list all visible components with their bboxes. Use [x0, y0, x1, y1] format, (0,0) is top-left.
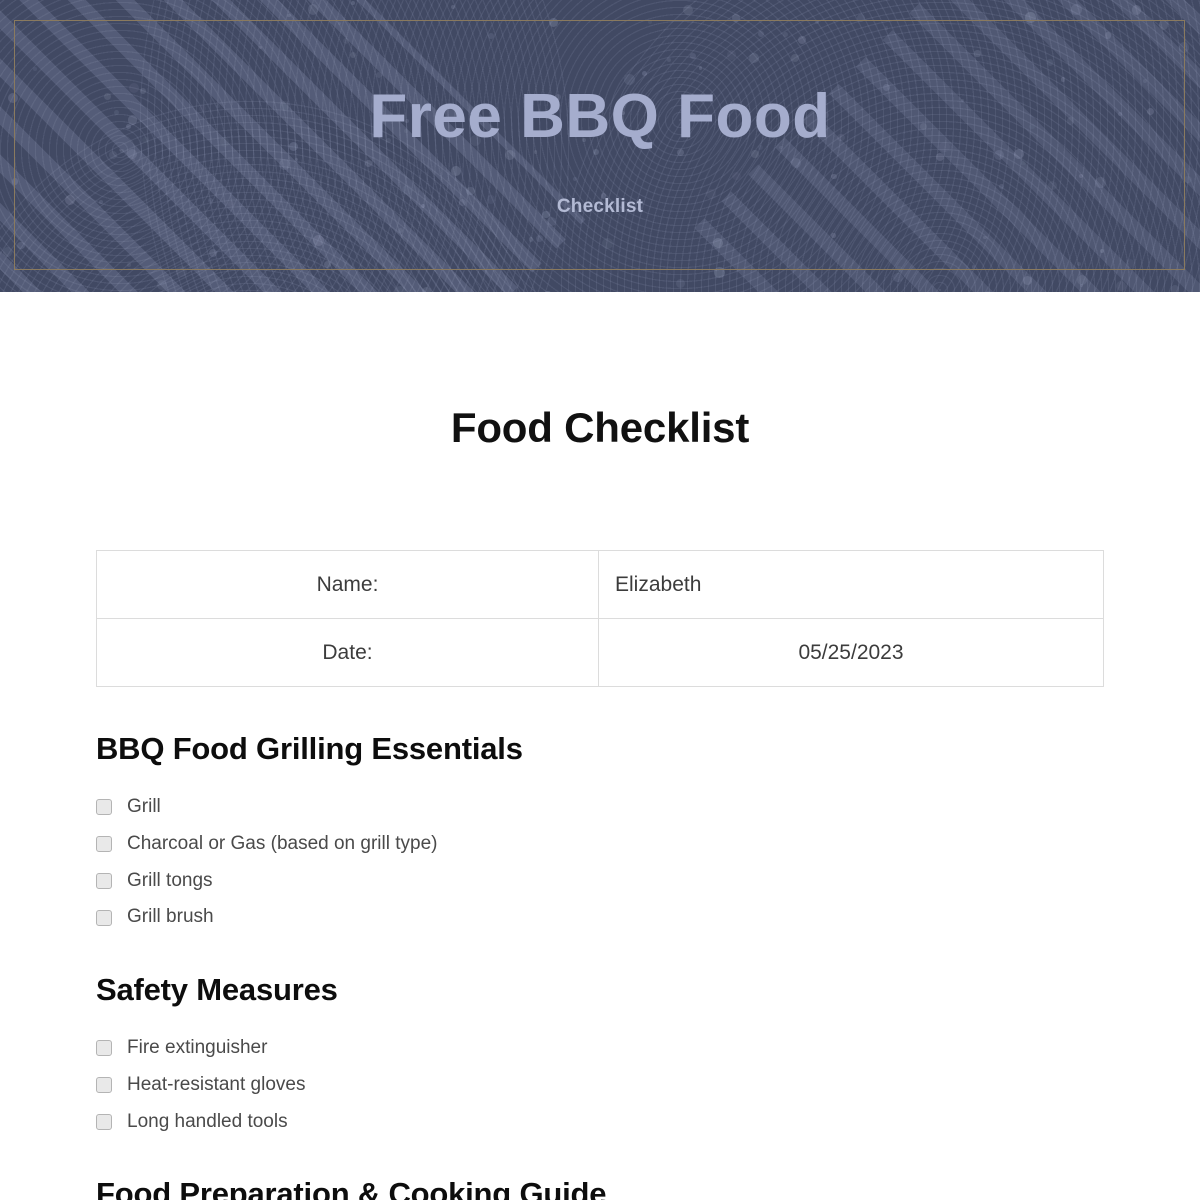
table-row: Date: 05/25/2023	[96, 618, 1104, 687]
banner-subtitle: Checklist	[556, 195, 644, 217]
table-row: Name: Elizabeth	[96, 550, 1104, 619]
banner-text-block: Free BBQ Food Checklist	[0, 0, 1200, 292]
checklist-item-label: Heat-resistant gloves	[127, 1073, 306, 1095]
checkbox-icon[interactable]	[96, 872, 112, 889]
checklist-item-label: Charcoal or Gas (based on grill type)	[127, 832, 438, 854]
info-label-cell: Date:	[96, 618, 599, 687]
list-item[interactable]: Long handled tools	[96, 1104, 1104, 1141]
document-page: Food Checklist Name: Elizabeth Date: 05/25/…	[0, 292, 1200, 1200]
section-heading: BBQ Food Grilling Essentials	[96, 731, 523, 766]
info-value-cell[interactable]: Elizabeth	[598, 550, 1104, 619]
info-value-cell[interactable]: 05/25/2023	[598, 618, 1104, 687]
checklist-item-label: Grill brush	[127, 906, 214, 928]
checklist-item-label: Fire extinguisher	[127, 1037, 268, 1059]
info-table: Name: Elizabeth Date: 05/25/2023	[96, 550, 1104, 687]
checklist-item-label: Grill tongs	[127, 869, 213, 891]
checkbox-icon[interactable]	[96, 1040, 112, 1057]
checkbox-icon[interactable]	[96, 1113, 112, 1130]
checkbox-icon[interactable]	[96, 836, 112, 853]
list-item[interactable]: Heat-resistant gloves	[96, 1067, 1104, 1104]
checklist: Fire extinguisher Heat-resistant gloves Lo…	[96, 1008, 1104, 1140]
checklist: Grill Charcoal or Gas (based on grill typ…	[96, 767, 1104, 936]
checkbox-icon[interactable]	[96, 799, 112, 816]
checklist-item-label: Grill	[127, 796, 161, 817]
info-label-cell: Name:	[96, 550, 599, 619]
checkbox-icon[interactable]	[96, 909, 112, 926]
section-heading: Food Preparation & Cooking Guide	[96, 1176, 607, 1200]
list-item[interactable]: Grill brush	[96, 899, 1104, 936]
list-item[interactable]: Grill	[96, 789, 1104, 826]
checklist-item-label: Long handled tools	[127, 1110, 288, 1132]
checklist-sections: BBQ Food Grilling Essentials Grill Charcoa…	[96, 687, 1104, 1200]
banner-title: Free BBQ Food	[369, 82, 831, 151]
checkbox-icon[interactable]	[96, 1077, 112, 1094]
list-item[interactable]: Charcoal or Gas (based on grill type)	[96, 826, 1104, 863]
list-item[interactable]: Grill tongs	[96, 863, 1104, 900]
list-item[interactable]: Fire extinguisher	[96, 1030, 1104, 1067]
header-banner: Free BBQ Food Checklist	[0, 0, 1200, 292]
page-title: Food Checklist	[450, 404, 750, 451]
section-heading: Safety Measures	[96, 972, 338, 1008]
